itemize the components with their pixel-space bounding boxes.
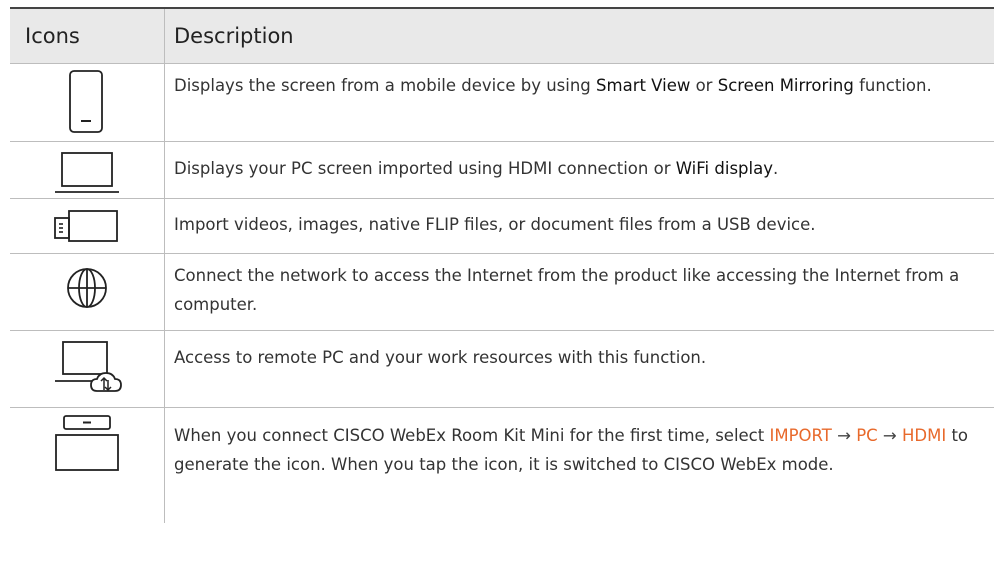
column-divider bbox=[164, 331, 165, 407]
table-row: Access to remote PC and your work resour… bbox=[10, 331, 994, 408]
wifi-display-term: WiFi display bbox=[675, 159, 773, 178]
pc-term: PC bbox=[856, 426, 878, 445]
table-row: When you connect CISCO WebEx Room Kit Mi… bbox=[10, 408, 994, 523]
row-description: Access to remote PC and your work resour… bbox=[174, 348, 707, 367]
row-description: Connect the network to access the Intern… bbox=[174, 266, 960, 314]
header-description: Description bbox=[174, 24, 294, 48]
column-divider bbox=[164, 199, 165, 253]
table-row: Connect the network to access the Intern… bbox=[10, 254, 994, 331]
header-icons: Icons bbox=[25, 24, 80, 48]
table-header: Icons Description bbox=[10, 9, 994, 64]
webex-room-kit-icon bbox=[10, 408, 164, 523]
table-row: Displays your PC screen imported using H… bbox=[10, 142, 994, 199]
screen-mirroring-term: Screen Mirroring bbox=[717, 76, 854, 95]
globe-icon bbox=[10, 254, 164, 330]
usb-device-icon bbox=[10, 199, 164, 253]
column-divider bbox=[164, 9, 165, 63]
table-row: Import videos, images, native FLIP files… bbox=[10, 199, 994, 254]
icons-description-table: Icons Description Displays the screen fr… bbox=[10, 7, 994, 523]
row-description: Displays your PC screen imported using H… bbox=[174, 159, 779, 178]
remote-pc-icon bbox=[10, 331, 164, 407]
mobile-device-icon bbox=[10, 64, 164, 141]
laptop-icon bbox=[10, 142, 164, 198]
hdmi-term: HDMI bbox=[902, 426, 947, 445]
row-description: Import videos, images, native FLIP files… bbox=[174, 215, 816, 234]
row-description: Displays the screen from a mobile device… bbox=[174, 76, 932, 95]
row-description: When you connect CISCO WebEx Room Kit Mi… bbox=[174, 426, 969, 474]
column-divider bbox=[164, 64, 165, 141]
column-divider bbox=[164, 254, 165, 330]
smart-view-term: Smart View bbox=[596, 76, 691, 95]
column-divider bbox=[164, 142, 165, 198]
column-divider bbox=[164, 408, 165, 523]
table-row: Displays the screen from a mobile device… bbox=[10, 64, 994, 142]
import-term: IMPORT bbox=[769, 426, 832, 445]
